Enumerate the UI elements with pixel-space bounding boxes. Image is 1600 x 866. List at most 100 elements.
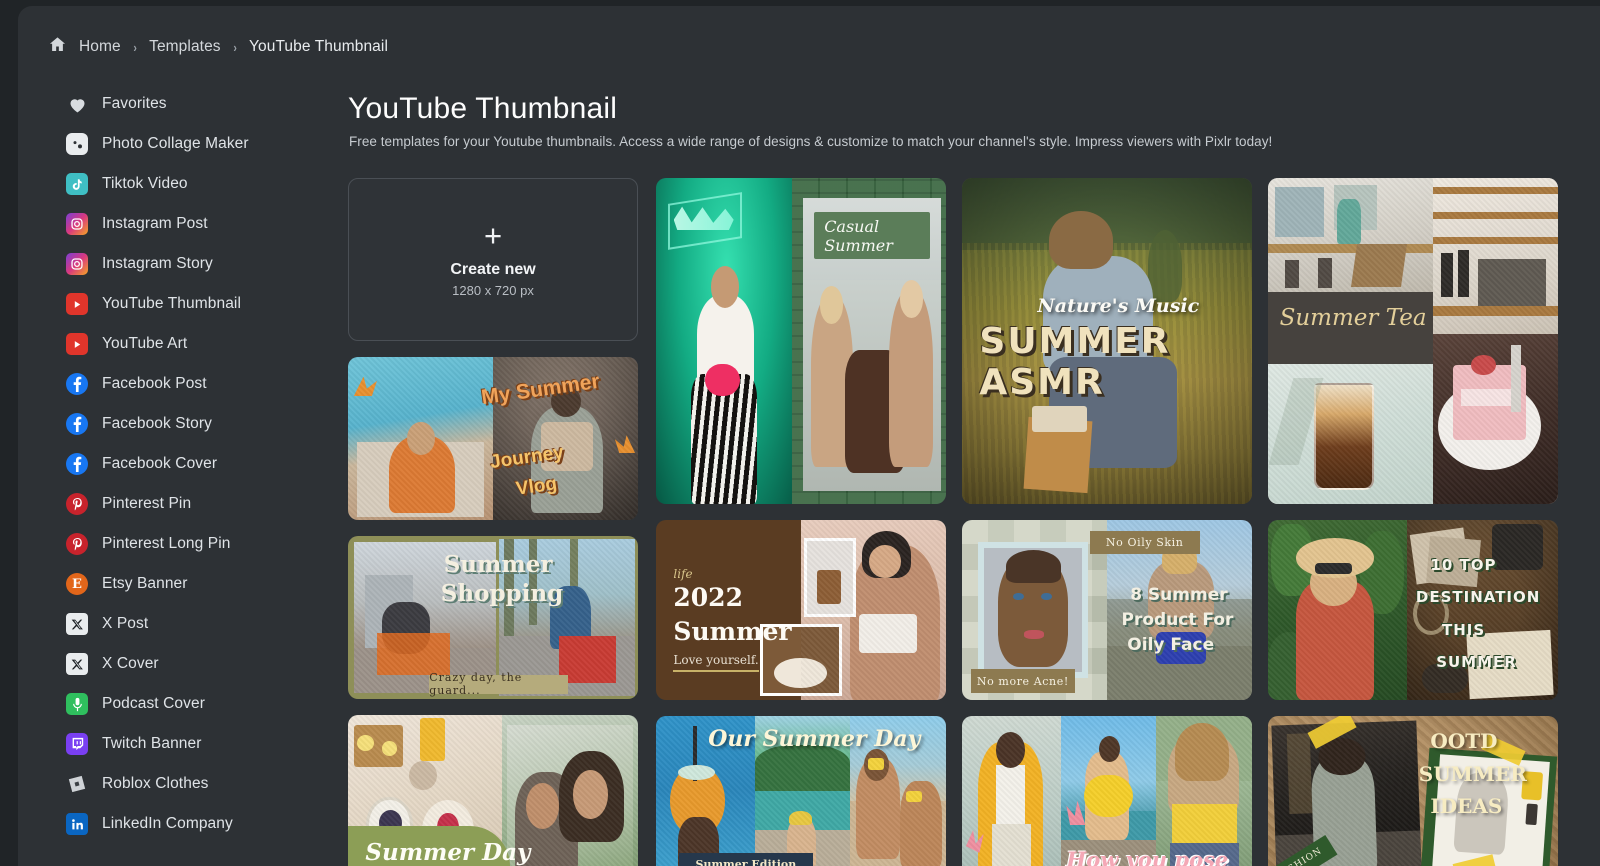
template-title-4: SUMMER bbox=[1436, 653, 1517, 672]
template-card[interactable]: Casual Summer bbox=[656, 178, 946, 504]
template-title: Our Summer Day bbox=[708, 725, 921, 752]
chevron-right-icon: › bbox=[133, 39, 137, 55]
sidebar-item-x-cover[interactable]: X Cover bbox=[38, 644, 338, 684]
sidebar-item-twitch-banner[interactable]: Twitch Banner bbox=[38, 724, 338, 764]
template-title: 8 Summer bbox=[1130, 584, 1228, 605]
breadcrumb-current: YouTube Thumbnail bbox=[248, 38, 388, 55]
youtube-icon bbox=[66, 333, 88, 355]
sidebar-item-label: Facebook Story bbox=[102, 415, 212, 432]
page-subtitle: Free templates for your Youtube thumbnai… bbox=[349, 134, 1273, 149]
photo-collage-icon bbox=[66, 133, 88, 155]
template-title: Summer Day bbox=[365, 838, 531, 866]
home-icon[interactable] bbox=[48, 35, 67, 59]
sidebar-item-favorites[interactable]: Favorites bbox=[38, 84, 338, 124]
create-new-size: 1280 x 720 px bbox=[452, 283, 534, 298]
sidebar-item-pinterest-long-pin[interactable]: Pinterest Long Pin bbox=[38, 524, 338, 564]
sidebar-item-instagram-post[interactable]: Instagram Post bbox=[38, 204, 338, 244]
sidebar-item-label: YouTube Art bbox=[102, 335, 188, 352]
breadcrumb-home[interactable]: Home bbox=[79, 38, 121, 56]
template-title-2: Product For bbox=[1121, 610, 1234, 630]
page-surface: Home › Templates › YouTube Thumbnail Fav… bbox=[18, 6, 1600, 866]
sidebar-item-label: Roblox Clothes bbox=[102, 775, 209, 792]
template-title: 10 TOP bbox=[1430, 556, 1497, 574]
sidebar-item-label: Favorites bbox=[102, 95, 167, 112]
template-title-2: SUMMER bbox=[1418, 761, 1527, 786]
template-card[interactable]: How you pose bbox=[962, 716, 1252, 866]
template-tag-bottom: No more Acne! bbox=[970, 669, 1076, 693]
template-card[interactable]: Our Summer Day Summer Edition bbox=[656, 716, 946, 866]
template-card[interactable]: 10 TOP DESTINATION THIS SUMMER bbox=[1268, 520, 1558, 700]
breadcrumb-templates[interactable]: Templates bbox=[149, 38, 221, 56]
heart-icon bbox=[66, 93, 88, 115]
template-title-3: IDEAS bbox=[1430, 794, 1503, 819]
template-card[interactable]: Summer Shopping Crazy day, the guard... bbox=[348, 536, 638, 699]
template-kicker: life bbox=[673, 566, 693, 581]
facebook-icon bbox=[66, 373, 88, 395]
template-card[interactable]: Summer Tea bbox=[1268, 178, 1558, 504]
sidebar-item-facebook-post[interactable]: Facebook Post bbox=[38, 364, 338, 404]
template-title: SUMMER ASMR bbox=[979, 321, 1171, 404]
grid-column-2: Casual Summer life 2022 Summer Love your… bbox=[656, 178, 946, 866]
main-content: YouTube Thumbnail Free templates for you… bbox=[338, 84, 1600, 866]
template-card[interactable]: life 2022 Summer Love yourself. bbox=[656, 520, 946, 700]
sidebar-item-photo-collage-maker[interactable]: Photo Collage Maker bbox=[38, 124, 338, 164]
template-title-3: THIS bbox=[1442, 620, 1486, 639]
template-title: Summer Tea bbox=[1279, 305, 1427, 332]
sidebar-item-label: Facebook Cover bbox=[102, 455, 218, 472]
facebook-icon bbox=[66, 413, 88, 435]
template-card[interactable]: Summer Day bbox=[348, 715, 638, 866]
template-title: Casual Summer bbox=[824, 217, 893, 256]
tiktok-icon bbox=[66, 173, 88, 195]
sidebar-item-x-post[interactable]: X Post bbox=[38, 604, 338, 644]
template-card[interactable]: Nature's Music SUMMER ASMR bbox=[962, 178, 1252, 504]
facebook-icon bbox=[66, 453, 88, 475]
pinterest-icon bbox=[66, 493, 88, 515]
page-title: YouTube Thumbnail bbox=[348, 92, 618, 125]
sidebar-item-label: Pinterest Pin bbox=[102, 495, 192, 512]
instagram-icon bbox=[66, 213, 88, 235]
template-title-2: DESTINATION bbox=[1415, 588, 1541, 607]
grid-column-3: Nature's Music SUMMER ASMR No Oily Skin … bbox=[962, 178, 1252, 866]
etsy-icon: E bbox=[66, 573, 88, 595]
x-twitter-icon bbox=[66, 613, 88, 635]
sidebar-item-label: LinkedIn Company bbox=[102, 815, 233, 832]
sidebar-item-tiktok-video[interactable]: Tiktok Video bbox=[38, 164, 338, 204]
template-card[interactable]: My Summer Journey Vlog Journey bbox=[348, 357, 638, 520]
roblox-icon bbox=[66, 773, 88, 795]
template-card[interactable]: No Oily Skin No more Acne! 8 Summer Prod… bbox=[962, 520, 1252, 700]
sidebar-item-linkedin-company[interactable]: LinkedIn Company bbox=[38, 804, 338, 844]
chevron-right-icon: › bbox=[233, 39, 237, 55]
template-caption: Summer Edition bbox=[679, 852, 813, 866]
grid-column-4: Summer Tea 10 TOP DESTINATION THIS SUMME… bbox=[1268, 178, 1558, 866]
sidebar-item-label: YouTube Thumbnail bbox=[102, 295, 242, 312]
sidebar-item-label: Facebook Post bbox=[102, 375, 207, 392]
breadcrumb: Home › Templates › YouTube Thumbnail bbox=[48, 32, 388, 62]
pinterest-icon bbox=[66, 533, 88, 555]
sidebar-item-pinterest-pin[interactable]: Pinterest Pin bbox=[38, 484, 338, 524]
sidebar-item-label: Tiktok Video bbox=[102, 175, 188, 192]
sidebar-item-facebook-story[interactable]: Facebook Story bbox=[38, 404, 338, 444]
sidebar-item-roblox-clothes[interactable]: Roblox Clothes bbox=[38, 764, 338, 804]
sidebar-item-podcast-cover[interactable]: Podcast Cover bbox=[38, 684, 338, 724]
template-title: OOTD bbox=[1430, 729, 1498, 754]
sidebar-item-label: Photo Collage Maker bbox=[102, 135, 249, 152]
microphone-icon bbox=[66, 693, 88, 715]
template-title-2: Shopping bbox=[440, 580, 564, 607]
twitch-icon bbox=[66, 733, 88, 755]
sidebar-item-youtube-art[interactable]: YouTube Art bbox=[38, 324, 338, 364]
template-kicker: Nature's Music bbox=[1037, 295, 1200, 318]
template-card[interactable]: FASHION OOTD SUMMER IDEAS bbox=[1268, 716, 1558, 866]
youtube-icon bbox=[66, 293, 88, 315]
create-new-card[interactable]: + Create new 1280 x 720 px bbox=[348, 178, 638, 341]
sidebar-item-etsy-banner[interactable]: E Etsy Banner bbox=[38, 564, 338, 604]
sidebar[interactable]: Favorites Photo Collage Maker Tiktok Vid… bbox=[38, 84, 338, 866]
sidebar-item-facebook-cover[interactable]: Facebook Cover bbox=[38, 444, 338, 484]
template-caption: Love yourself. bbox=[673, 653, 759, 673]
template-title: Summer bbox=[443, 550, 553, 578]
sidebar-item-label: Podcast Cover bbox=[102, 695, 205, 712]
template-title-3: Oily Face bbox=[1127, 635, 1215, 656]
sidebar-item-label: Twitch Banner bbox=[102, 735, 202, 752]
template-tag-top: No Oily Skin bbox=[1089, 530, 1200, 555]
sidebar-item-youtube-thumbnail[interactable]: YouTube Thumbnail bbox=[38, 284, 338, 324]
sidebar-item-instagram-story[interactable]: Instagram Story bbox=[38, 244, 338, 284]
